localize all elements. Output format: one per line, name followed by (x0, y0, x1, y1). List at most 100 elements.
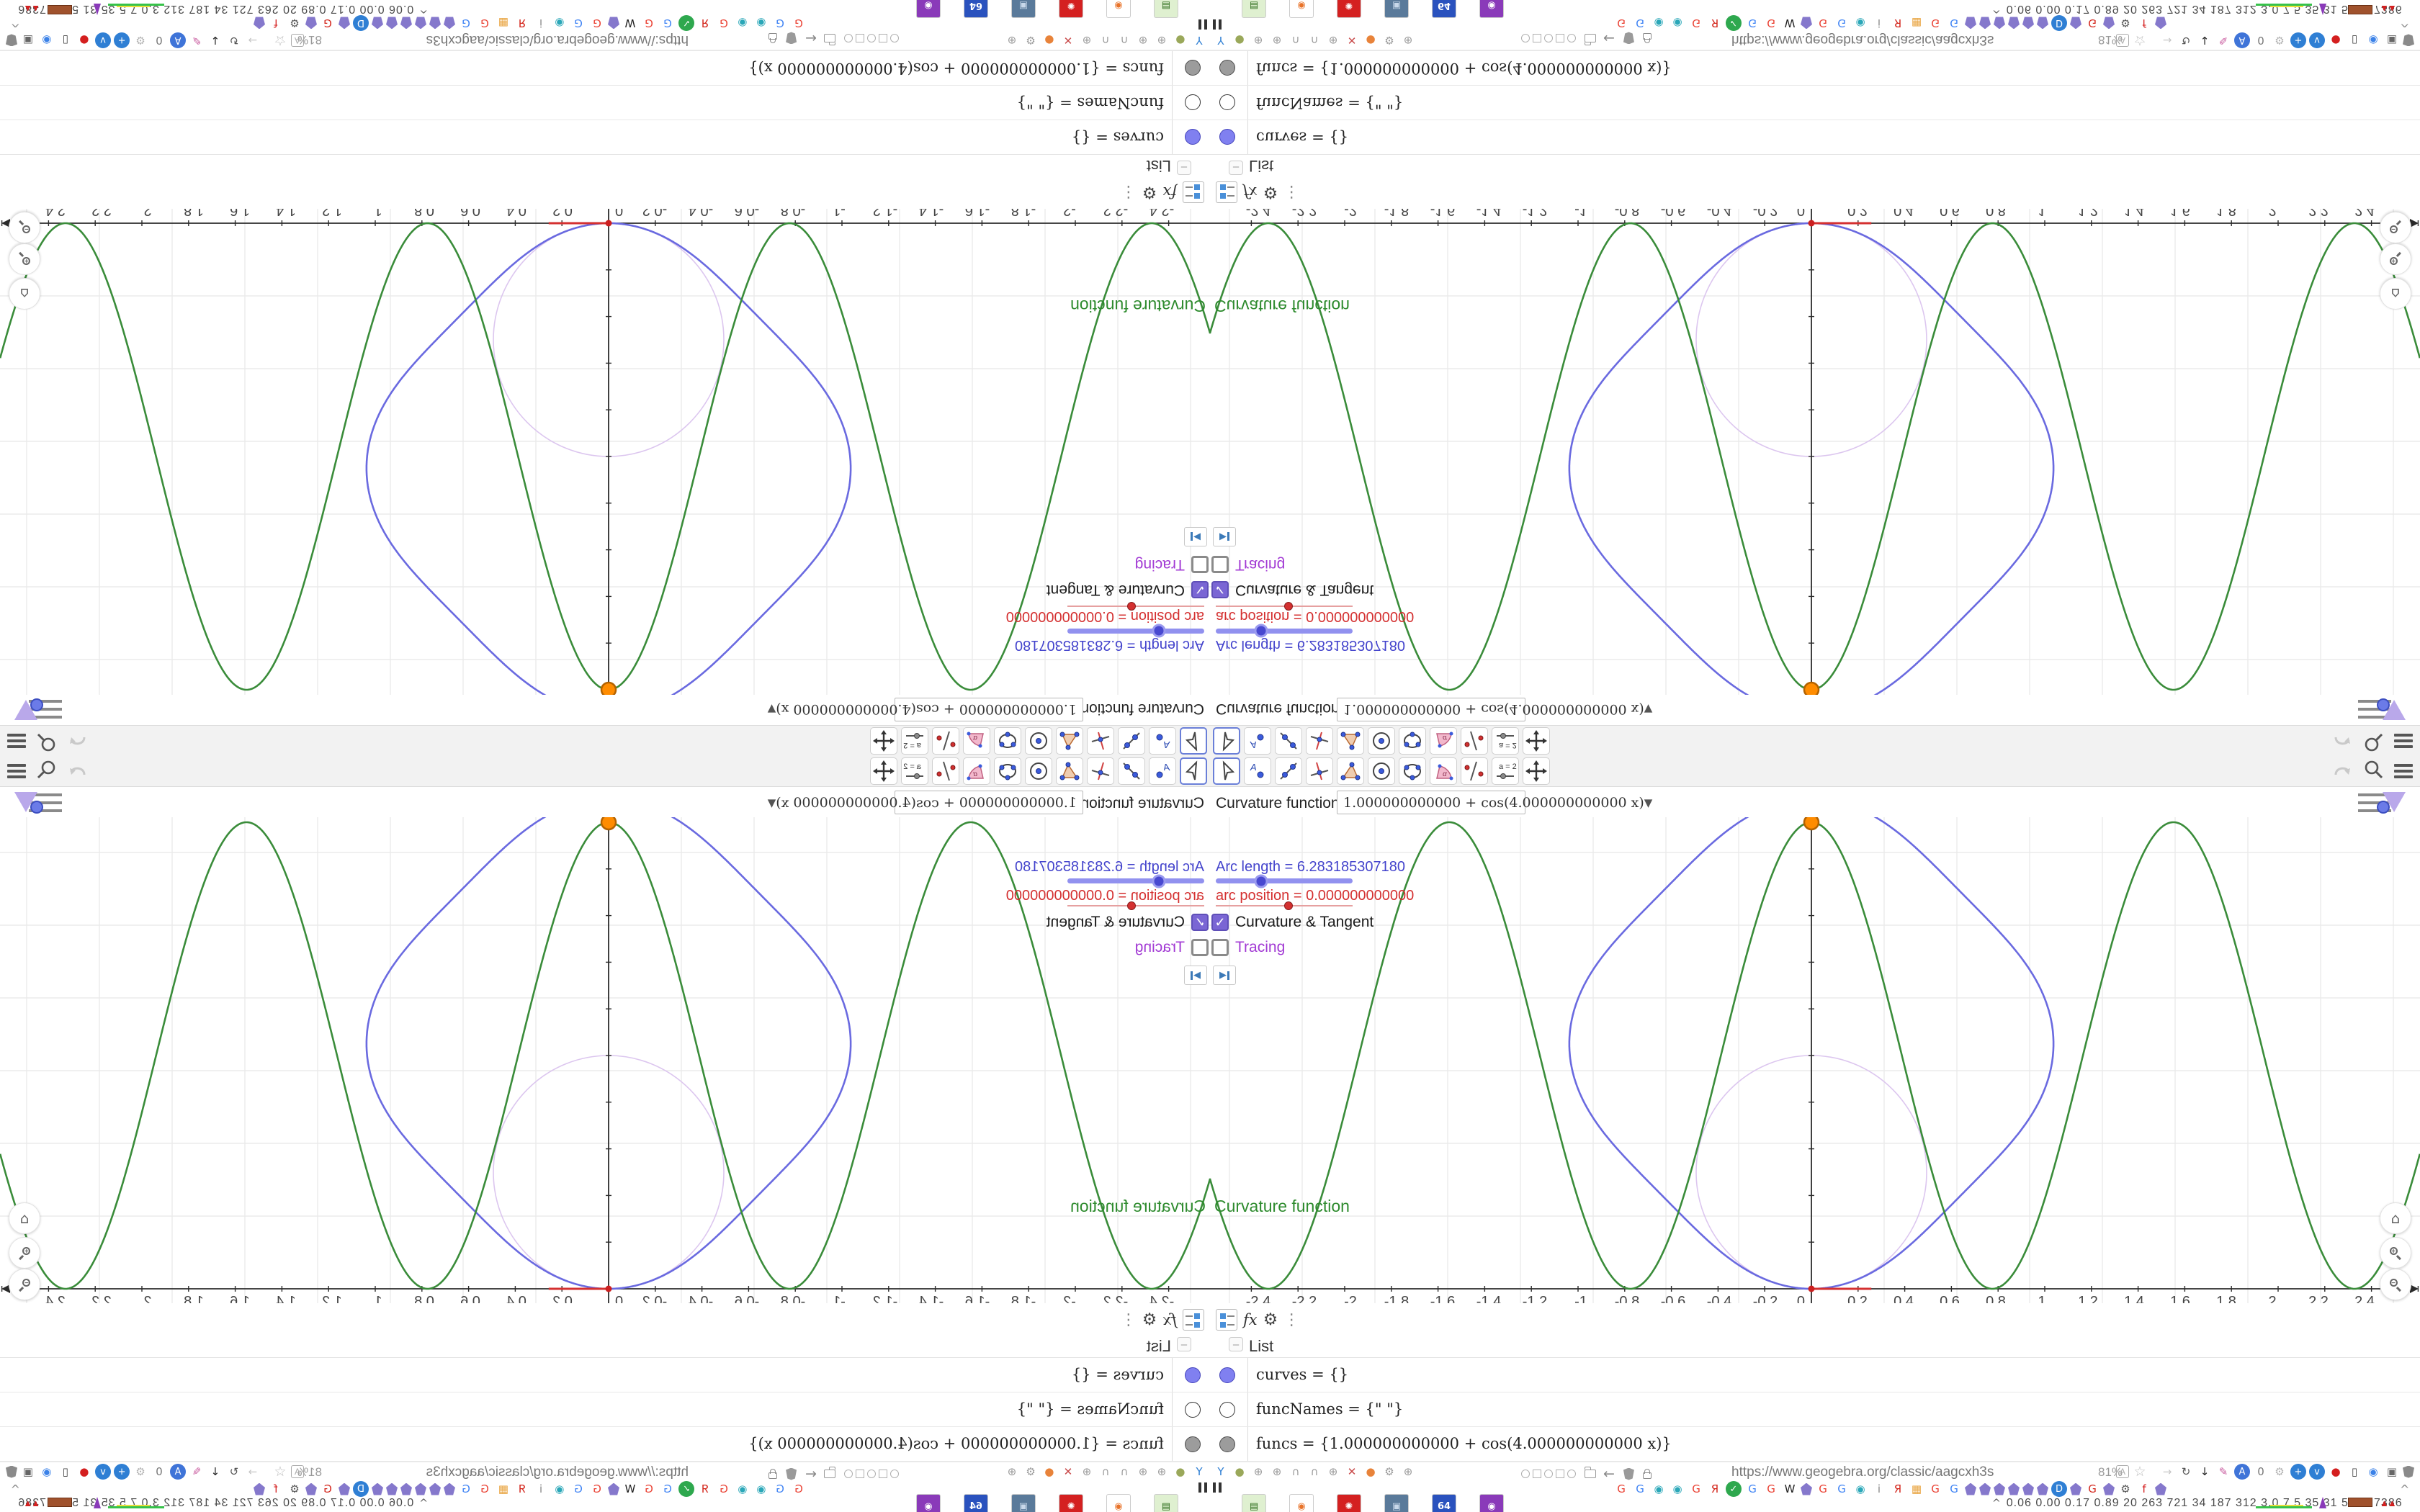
arc-position-slider[interactable] (1216, 602, 1353, 611)
icon-chip[interactable]: ◉ (1106, 0, 1131, 18)
icon-chip[interactable]: 0 (2253, 32, 2269, 48)
icon-chip[interactable]: ◉ (735, 1481, 750, 1497)
icon-chip[interactable] (1801, 17, 1812, 30)
icon-chip[interactable]: ↓ (207, 1464, 223, 1480)
icon-chip[interactable]: 64 (1432, 1494, 1456, 1512)
icon-chip[interactable]: ✎ (2215, 1464, 2231, 1480)
browser-action-icons[interactable]: →↻↓✎A0⚙+v●▯◉▣◍⊕✦⚙● (2159, 32, 2420, 48)
visibility-toggle[interactable] (1185, 94, 1201, 110)
icon-chip[interactable] (400, 17, 412, 30)
icon-chip[interactable]: → (245, 32, 261, 48)
icon-chip[interactable]: ▣ (20, 1464, 36, 1480)
icon-chip[interactable]: 0 (151, 1464, 167, 1480)
icon-chip[interactable]: f (268, 1481, 284, 1497)
icon-chip[interactable]: ✕ (1060, 1464, 1076, 1480)
icon-chip[interactable]: ◉ (916, 0, 941, 18)
address-bar-buttons[interactable]: A ☆ (272, 1464, 304, 1480)
icon-chip[interactable] (2070, 17, 2081, 30)
icon-chip[interactable]: ⊕ (1004, 1464, 1020, 1480)
tab-square-icon[interactable] (879, 34, 887, 42)
polygon-tool-button[interactable] (1056, 727, 1083, 755)
curvature-function-input[interactable]: 1.000000000000 + cos(4.000000000000 x) ▼ (768, 698, 1083, 721)
icon-chip[interactable]: W (622, 15, 638, 31)
icon-chip[interactable]: ⊕ (1269, 32, 1285, 48)
dropdown-caret-icon[interactable]: ▼ (1644, 703, 1653, 716)
icon-chip[interactable]: ↓ (2197, 1464, 2213, 1480)
move-tool-button[interactable] (1180, 757, 1207, 785)
search-icon[interactable] (36, 729, 58, 754)
folder-icon[interactable] (1585, 34, 1596, 42)
visibility-toggle[interactable] (1185, 1402, 1201, 1418)
icon-chip[interactable]: Y (1191, 32, 1207, 48)
icon-chip[interactable] (2155, 1482, 2166, 1495)
icon-chip[interactable]: ∩ (1116, 1464, 1132, 1480)
icon-chip[interactable]: ⚙ (287, 1481, 302, 1497)
icon-chip[interactable]: G (570, 1481, 586, 1497)
bookmark-star-icon[interactable]: ☆ (272, 32, 288, 49)
perpendicular-line-tool-button[interactable] (1087, 727, 1114, 755)
icon-chip[interactable]: ✎ (2215, 32, 2231, 48)
visibility-toggle[interactable] (1185, 60, 1201, 76)
icon-chip[interactable]: ✓ (678, 15, 694, 31)
visibility-toggle[interactable] (1219, 129, 1235, 145)
tab-indicators[interactable]: ← (1521, 1466, 1652, 1482)
line-tool-button[interactable] (1275, 757, 1302, 785)
icon-chip[interactable]: ⚙ (133, 1464, 148, 1480)
arc-position-slider-thumb[interactable] (1127, 602, 1137, 611)
visibility-toggle[interactable] (1219, 60, 1235, 76)
icon-chip[interactable]: ◉ (39, 32, 55, 48)
icon-chip[interactable]: G (1688, 1481, 1704, 1497)
icon-chip[interactable]: v (2309, 1464, 2325, 1480)
perpendicular-line-tool-button[interactable] (1306, 757, 1333, 785)
visibility-toggle[interactable] (1185, 129, 1201, 145)
icon-chip[interactable]: ⊕ (1269, 1464, 1285, 1480)
move-graphics-tool-button[interactable] (1523, 727, 1550, 755)
reflect-tool-button[interactable] (1461, 757, 1488, 785)
tab-indicators[interactable]: ← (768, 30, 899, 46)
icon-chip[interactable]: D (353, 15, 369, 31)
icon-chip[interactable]: ⚙ (2272, 1464, 2287, 1480)
icon-chip[interactable]: i (533, 1481, 549, 1497)
icon-chip[interactable] (2008, 17, 2020, 30)
icon-chip[interactable]: ◍ (0, 1464, 3, 1480)
zoom-out-button[interactable]: − (9, 212, 40, 243)
icon-chip[interactable] (2022, 1482, 2034, 1495)
icon-chip[interactable]: D (353, 1481, 369, 1497)
icon-chip[interactable]: G (791, 15, 807, 31)
address-bar-url[interactable]: https://www.geogebra.org/classic/aagcxh3… (1731, 1464, 1994, 1480)
icon-chip[interactable]: 64 (1432, 0, 1456, 18)
icon-chip[interactable]: ↻ (226, 32, 242, 48)
taskbar-apps[interactable]: ▤ ◉ ✺ ▣ 64 ◉ (916, 0, 1178, 18)
reflect-tool-button[interactable] (932, 727, 959, 755)
zoom-out-button[interactable]: − (2380, 1269, 2411, 1300)
home-button[interactable]: ⌂ (9, 1202, 40, 1234)
polygon-tool-button[interactable] (1056, 757, 1083, 785)
shield-icon[interactable] (1623, 1467, 1634, 1480)
home-button[interactable]: ⌂ (2380, 278, 2411, 310)
icon-chip[interactable]: G (791, 1481, 807, 1497)
icon-chip[interactable]: ◍ (2417, 1464, 2420, 1480)
icon-chip[interactable]: G (660, 1481, 676, 1497)
icon-chip[interactable] (608, 17, 619, 30)
icon-chip[interactable]: A (2234, 32, 2250, 48)
tab-dot-icon[interactable] (867, 34, 876, 42)
icon-chip[interactable] (6, 1466, 17, 1478)
graphics-view[interactable]: -2.4 -2.2 -2 -1.8 -1.6 -1.4 -1.2 -1 -0.8 -0.6 -0.4… (1210, 797, 2420, 1310)
icon-chip[interactable] (305, 1483, 317, 1495)
icon-chip[interactable]: ◉ (1852, 15, 1868, 31)
menu-icon[interactable] (2394, 761, 2413, 781)
icon-chip[interactable]: ⊕ (1154, 1464, 1170, 1480)
icon-chip[interactable]: ▤ (1242, 0, 1266, 18)
icon-chip[interactable]: + (2290, 1464, 2306, 1480)
icon-chip[interactable]: ✺ (1059, 1494, 1083, 1512)
icon-chip[interactable]: G (320, 15, 336, 31)
icon-chip[interactable]: ⚙ (1381, 32, 1397, 48)
arc-position-slider[interactable] (1067, 901, 1204, 910)
icon-chip[interactable]: ◉ (735, 15, 750, 31)
move-tool-button[interactable] (1213, 757, 1240, 785)
icon-chip[interactable]: W (622, 1481, 638, 1497)
icon-chip[interactable]: ✓ (678, 1481, 694, 1497)
icon-chip[interactable] (372, 1483, 383, 1495)
icon-chip[interactable]: W (1782, 1481, 1798, 1497)
icon-chip[interactable]: ✕ (1344, 32, 1360, 48)
